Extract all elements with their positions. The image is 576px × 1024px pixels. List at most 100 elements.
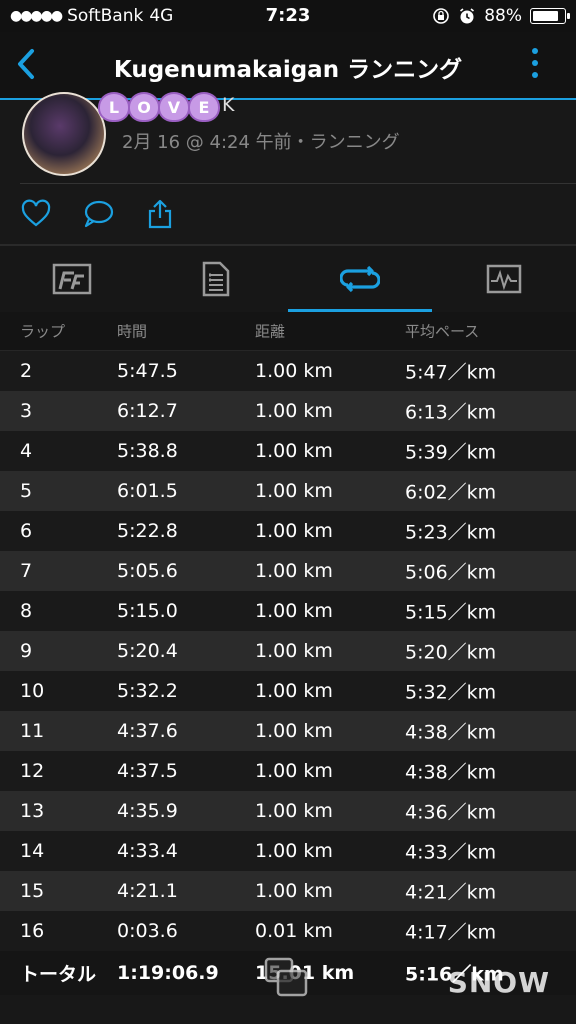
lap-distance: 1.00 km	[255, 520, 333, 542]
activity-tabs	[0, 246, 576, 312]
tab-stats[interactable]	[0, 246, 144, 312]
lap-pace: 4:36／km	[405, 801, 497, 824]
lap-rows: 2 5:47.5 1.00 km 5:47／km 3 6:12.7 1.00 km 6:13／…	[0, 351, 576, 951]
table-row[interactable]: 16 0:03.6 0.01 km 4:17／km	[0, 911, 576, 951]
sticker-heart: E	[188, 92, 220, 122]
lap-number: 5	[20, 480, 33, 502]
share-icon[interactable]	[144, 198, 176, 230]
lap-pace: 4:38／km	[405, 761, 497, 784]
lap-number: 2	[20, 360, 33, 382]
lap-pace: 5:20／km	[405, 641, 497, 664]
lap-number: 7	[20, 560, 33, 582]
battery-fill	[533, 11, 558, 21]
lap-time: 4:35.9	[117, 800, 178, 822]
table-row[interactable]: 7 5:05.6 1.00 km 5:06／km	[0, 551, 576, 591]
table-row[interactable]: 6 5:22.8 1.00 km 5:23／km	[0, 511, 576, 551]
table-row[interactable]: 14 4:33.4 1.00 km 4:33／km	[0, 831, 576, 871]
tab-details[interactable]	[144, 246, 288, 312]
sticker-heart: L	[98, 92, 130, 122]
more-vert-icon[interactable]	[532, 48, 540, 84]
lap-distance: 1.00 km	[255, 360, 333, 382]
table-row[interactable]: 12 4:37.5 1.00 km 4:38／km	[0, 751, 576, 791]
table-row[interactable]: 15 4:21.1 1.00 km 4:21／km	[0, 871, 576, 911]
lap-pace: 6:02／km	[405, 481, 497, 504]
status-right: 88%	[432, 6, 570, 26]
lap-pace: 5:23／km	[405, 521, 497, 544]
lap-time: 5:32.2	[117, 680, 178, 702]
column-header-lap: ラップ	[20, 322, 66, 341]
lap-time: 0:03.6	[117, 920, 178, 942]
lap-distance: 1.00 km	[255, 720, 333, 742]
lap-number: 8	[20, 600, 33, 622]
lap-time: 4:37.5	[117, 760, 178, 782]
screen-mirror-icon[interactable]	[262, 955, 310, 999]
lap-distance: 1.00 km	[255, 400, 333, 422]
lap-distance: 1.00 km	[255, 600, 333, 622]
lap-number: 10	[20, 680, 45, 702]
activity-header: L O V E K 2月 16 @ 4:24 午前・ランニング	[0, 92, 576, 184]
lap-number: 4	[20, 440, 33, 462]
heart-outline-icon[interactable]	[20, 198, 52, 230]
lap-distance: 1.00 km	[255, 840, 333, 862]
lap-distance: 0.01 km	[255, 920, 333, 942]
lap-time: 6:12.7	[117, 400, 178, 422]
tab-laps[interactable]	[288, 246, 432, 312]
lap-time: 5:38.8	[117, 440, 178, 462]
chart-graph-icon	[486, 264, 522, 294]
stats-icon	[52, 263, 92, 295]
lap-time: 5:20.4	[117, 640, 178, 662]
nav-bar: Kugenumakaigan ランニング	[0, 32, 576, 100]
lap-number: 9	[20, 640, 33, 662]
page-title: Kugenumakaigan ランニング	[113, 57, 463, 83]
divider	[20, 183, 576, 184]
table-row[interactable]: 4 5:38.8 1.00 km 5:39／km	[0, 431, 576, 471]
lap-time: 4:37.6	[117, 720, 178, 742]
lap-time: 5:47.5	[117, 360, 178, 382]
column-header-pace: 平均ペース	[405, 322, 480, 341]
table-row[interactable]: 11 4:37.6 1.00 km 4:38／km	[0, 711, 576, 751]
lap-pace: 5:39／km	[405, 441, 497, 464]
table-row[interactable]: 2 5:47.5 1.00 km 5:47／km	[0, 351, 576, 391]
laps-table: ラップ 時間 距離 平均ペース 2 5:47.5 1.00 km 5:47／km 3 6:…	[0, 312, 576, 995]
sticker-heart: V	[158, 92, 190, 122]
lap-distance: 1.00 km	[255, 760, 333, 782]
lap-distance: 1.00 km	[255, 640, 333, 662]
lap-pace: 4:38／km	[405, 721, 497, 744]
total-time: 1:19:06.9	[117, 962, 219, 984]
lap-number: 14	[20, 840, 45, 862]
lap-pace: 5:32／km	[405, 681, 497, 704]
lap-time: 4:33.4	[117, 840, 178, 862]
love-sticker: L O V E	[98, 92, 220, 122]
lap-number: 3	[20, 400, 33, 422]
table-row[interactable]: 3 6:12.7 1.00 km 6:13／km	[0, 391, 576, 431]
table-row[interactable]: 13 4:35.9 1.00 km 4:36／km	[0, 791, 576, 831]
lap-number: 12	[20, 760, 45, 782]
snow-watermark: SNOW	[447, 966, 550, 999]
tab-charts[interactable]	[432, 246, 576, 312]
table-row[interactable]: 5 6:01.5 1.00 km 6:02／km	[0, 471, 576, 511]
lap-pace: 5:06／km	[405, 561, 497, 584]
table-row[interactable]: 8 5:15.0 1.00 km 5:15／km	[0, 591, 576, 631]
sticker-heart: O	[128, 92, 160, 122]
avatar[interactable]	[22, 92, 106, 176]
user-name[interactable]: K	[222, 94, 234, 116]
column-header-distance: 距離	[255, 322, 286, 341]
total-label: トータル	[20, 963, 97, 986]
lap-pace: 5:15／km	[405, 601, 497, 624]
lap-distance: 1.00 km	[255, 680, 333, 702]
lap-distance: 1.00 km	[255, 880, 333, 902]
table-row[interactable]: 10 5:32.2 1.00 km 5:32／km	[0, 671, 576, 711]
lap-pace: 5:47／km	[405, 361, 497, 384]
lap-pace: 4:33／km	[405, 841, 497, 864]
lap-pace: 4:17／km	[405, 921, 497, 944]
column-header-time: 時間	[117, 322, 148, 341]
rotation-lock-icon	[433, 8, 450, 24]
lap-distance: 1.00 km	[255, 800, 333, 822]
lap-number: 6	[20, 520, 33, 542]
lap-pace: 6:13／km	[405, 401, 497, 424]
comment-bubble-icon[interactable]	[82, 198, 114, 230]
battery-icon	[530, 8, 570, 24]
table-header: ラップ 時間 距離 平均ペース	[0, 312, 576, 351]
table-row[interactable]: 9 5:20.4 1.00 km 5:20／km	[0, 631, 576, 671]
lap-time: 5:15.0	[117, 600, 178, 622]
